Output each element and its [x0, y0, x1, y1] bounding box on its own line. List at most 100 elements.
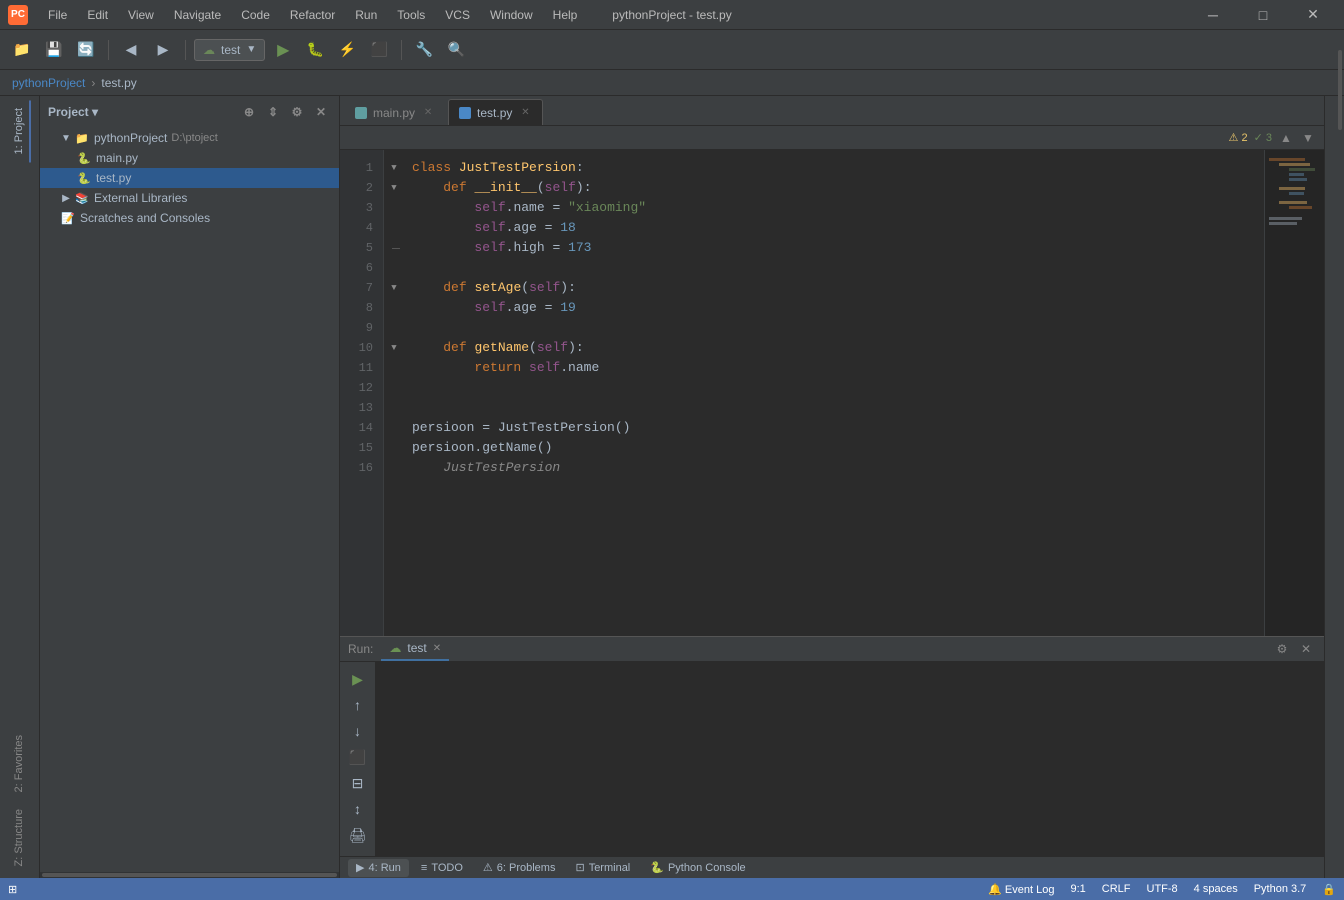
- menu-help[interactable]: Help: [545, 6, 586, 24]
- bottom-tab-run[interactable]: ▶ 4: Run: [348, 859, 409, 877]
- editor-wrapper: main.py ✕ test.py ✕ ⚠ 2 ✓ 3 ▲ ▼ 1 2 3: [340, 96, 1324, 878]
- tab-close-testpy[interactable]: ✕: [518, 106, 532, 120]
- menu-navigate[interactable]: Navigate: [166, 6, 229, 24]
- menu-refactor[interactable]: Refactor: [282, 6, 343, 24]
- line-ending[interactable]: CRLF: [1102, 883, 1131, 895]
- tree-item-mainpy[interactable]: 🐍 main.py: [40, 148, 339, 168]
- structure-panel-tab[interactable]: Z: Structure: [9, 801, 31, 874]
- filter-button[interactable]: ⊟: [347, 772, 369, 794]
- close-button[interactable]: ✕: [1290, 0, 1336, 30]
- fold-arrow-2[interactable]: ▼: [391, 183, 396, 193]
- sidebar-scrollbar[interactable]: [42, 873, 337, 877]
- tree-label-scratches: Scratches and Consoles: [80, 211, 210, 225]
- search-everywhere-button[interactable]: 🔍: [442, 36, 470, 64]
- menu-view[interactable]: View: [120, 6, 162, 24]
- favorites-panel-tab[interactable]: 2: Favorites: [9, 727, 31, 800]
- python-version[interactable]: Python 3.7: [1254, 883, 1307, 895]
- open-folder-button[interactable]: 📁: [8, 36, 36, 64]
- encoding[interactable]: UTF-8: [1147, 883, 1178, 895]
- tab-mainpy[interactable]: main.py ✕: [344, 99, 446, 125]
- tree-item-pythonproject[interactable]: ▼ 📁 pythonProject D:\ptoject: [40, 128, 339, 148]
- close-sidebar-button[interactable]: ✕: [311, 102, 331, 122]
- run-tab-label: test: [407, 641, 426, 655]
- rerun-button[interactable]: ▶: [347, 668, 369, 690]
- gear-button[interactable]: ⚙: [287, 102, 307, 122]
- stop-button[interactable]: ⬛: [365, 36, 393, 64]
- menu-tools[interactable]: Tools: [389, 6, 433, 24]
- menu-code[interactable]: Code: [233, 6, 278, 24]
- settings-button[interactable]: 🔧: [410, 36, 438, 64]
- project-panel-tab[interactable]: 1: Project: [9, 100, 31, 162]
- print-button[interactable]: 🖨: [347, 824, 369, 846]
- run-button[interactable]: ▶: [269, 36, 297, 64]
- run-panel-body: ▶ ↑ ↓ ⬛ ⊟ ↕ 🖨 »: [340, 662, 1324, 878]
- folder-icon: 📁: [74, 130, 90, 146]
- run-config-selector[interactable]: ☁ test ▼: [194, 39, 265, 61]
- code-editor[interactable]: 1 2 3 4 5 6 7 8 9 10 11 12 13 14 15 16: [340, 150, 1324, 636]
- indent[interactable]: 4 spaces: [1194, 883, 1238, 895]
- menu-window[interactable]: Window: [482, 6, 541, 24]
- tab-label-testpy: test.py: [477, 106, 512, 120]
- code-line-4: self.age = 18: [412, 218, 1264, 238]
- bottom-tab-python-console[interactable]: 🐍 Python Console: [642, 859, 753, 877]
- scroll-down-button[interactable]: ↓: [347, 720, 369, 742]
- status-expand-button[interactable]: ⊞: [8, 883, 17, 896]
- tree-item-scratches[interactable]: 📝 Scratches and Consoles: [40, 208, 339, 228]
- menu-edit[interactable]: Edit: [79, 6, 116, 24]
- breadcrumb-file[interactable]: test.py: [101, 76, 136, 90]
- right-panel-tabs: [1324, 96, 1344, 878]
- maximize-button[interactable]: □: [1240, 0, 1286, 30]
- line-num-4: 4: [340, 218, 383, 238]
- minimize-button[interactable]: ─: [1190, 0, 1236, 30]
- sidebar-header-icons: ⊕ ⇕ ⚙ ✕: [239, 102, 331, 122]
- gutter-15: [384, 438, 404, 458]
- problems-icon: ⚠: [483, 861, 493, 874]
- bottom-tab-problems[interactable]: ⚠ 6: Problems: [475, 859, 564, 877]
- breadcrumb-project[interactable]: pythonProject: [12, 76, 85, 90]
- tab-close-mainpy[interactable]: ✕: [421, 106, 435, 120]
- library-icon: 📚: [74, 190, 90, 206]
- scratch-icon: 📝: [60, 210, 76, 226]
- line-num-13: 13: [340, 398, 383, 418]
- back-button[interactable]: ◀: [117, 36, 145, 64]
- event-log-label: Event Log: [1005, 884, 1055, 896]
- gutter-1: ▼: [384, 158, 404, 178]
- run-tab[interactable]: ☁ test ✕: [381, 637, 449, 661]
- save-button[interactable]: 💾: [40, 36, 68, 64]
- problems-label: 6: Problems: [497, 862, 556, 874]
- run-tab-close[interactable]: ✕: [433, 643, 441, 654]
- line-numbers: 1 2 3 4 5 6 7 8 9 10 11 12 13 14 15 16: [340, 150, 384, 636]
- menu-run[interactable]: Run: [347, 6, 385, 24]
- forward-button[interactable]: ▶: [149, 36, 177, 64]
- scroll-up-button[interactable]: ↑: [347, 694, 369, 716]
- menu-file[interactable]: File: [40, 6, 75, 24]
- event-log-link[interactable]: 🔔 Event Log: [988, 883, 1054, 896]
- nav-up-button[interactable]: ▲: [1278, 130, 1294, 146]
- expand-all-button[interactable]: ⇕: [263, 102, 283, 122]
- run-close-button[interactable]: ✕: [1296, 639, 1316, 659]
- menu-vcs[interactable]: VCS: [437, 6, 478, 24]
- bottom-tab-terminal[interactable]: ⊡ Terminal: [567, 859, 638, 877]
- coverage-button[interactable]: ⚡: [333, 36, 361, 64]
- tree-item-testpy[interactable]: 🐍 test.py: [40, 168, 339, 188]
- tree-item-external-libraries[interactable]: ▶ 📚 External Libraries: [40, 188, 339, 208]
- fold-arrow-1[interactable]: ▼: [391, 163, 396, 173]
- refresh-button[interactable]: 🔄: [72, 36, 100, 64]
- editor-tab-bar: main.py ✕ test.py ✕: [340, 96, 1324, 126]
- fold-arrow-7[interactable]: ▼: [391, 283, 396, 293]
- run-settings-button[interactable]: ⚙: [1272, 639, 1292, 659]
- sort-button[interactable]: ↕: [347, 798, 369, 820]
- nav-down-button[interactable]: ▼: [1300, 130, 1316, 146]
- debug-button[interactable]: 🐛: [301, 36, 329, 64]
- stop-process-button[interactable]: ⬛: [347, 746, 369, 768]
- left-panel-tabs: 1: Project 2: Favorites Z: Structure: [0, 96, 40, 878]
- python-tab-icon-test: [459, 107, 471, 119]
- warning-badge: ⚠ 2: [1229, 131, 1248, 144]
- tab-testpy[interactable]: test.py ✕: [448, 99, 543, 125]
- bottom-tab-todo[interactable]: ≡ TODO: [413, 859, 471, 877]
- ok-badge: ✓ 3: [1254, 131, 1272, 144]
- add-scope-button[interactable]: ⊕: [239, 102, 259, 122]
- code-content[interactable]: class JustTestPersion: def __init__(self…: [404, 150, 1264, 636]
- lock-icon: 🔒: [1322, 883, 1336, 896]
- fold-arrow-10[interactable]: ▼: [391, 343, 396, 353]
